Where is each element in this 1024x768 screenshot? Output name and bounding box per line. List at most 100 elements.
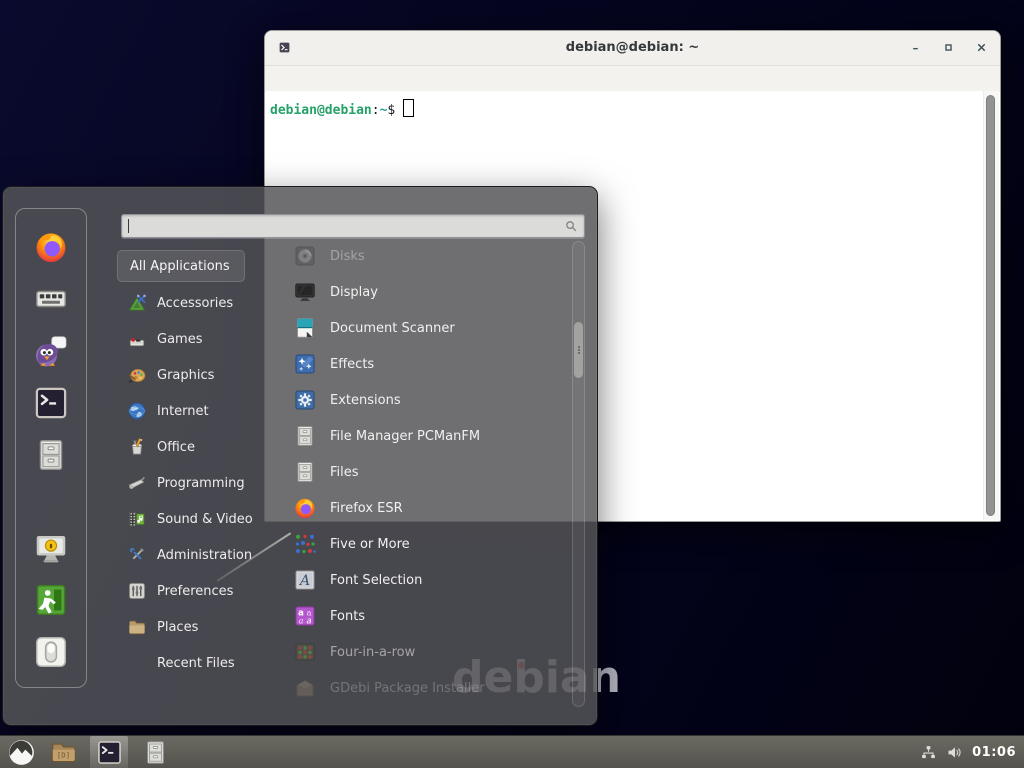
taskbar-folder-icon: [D] — [50, 739, 77, 766]
terminal-icon — [96, 739, 123, 766]
session-buttons — [16, 530, 86, 670]
volume-icon[interactable] — [946, 744, 963, 761]
application-item[interactable]: A Font Selection — [291, 562, 571, 598]
terminal-task-button[interactable] — [90, 736, 128, 768]
text-caret — [128, 219, 129, 233]
favorite-pidgin[interactable] — [33, 333, 69, 369]
programming-icon — [127, 473, 147, 493]
application-item[interactable]: Effects — [291, 346, 571, 382]
tray-icons — [920, 744, 963, 761]
shell-prompt: debian@debian:~$ — [266, 91, 999, 118]
application-item[interactable]: Extensions — [291, 382, 571, 418]
category-label: Preferences — [157, 584, 233, 599]
shutdown-button[interactable] — [33, 634, 69, 670]
category-item[interactable]: Accessories — [119, 285, 284, 321]
svg-text:A: A — [298, 573, 310, 589]
application-list-scrollbar-thumb[interactable] — [574, 322, 583, 378]
category-item[interactable]: Recent Files — [119, 645, 284, 681]
menu-logo-icon — [8, 739, 35, 766]
application-label: Firefox ESR — [330, 501, 403, 516]
application-label: Fonts — [330, 609, 365, 624]
places-icon — [127, 617, 147, 637]
minimize-button[interactable] — [910, 42, 921, 53]
application-item[interactable]: Document Scanner — [291, 310, 571, 346]
application-item[interactable]: GDebi Package Installer — [291, 670, 571, 706]
games-icon — [127, 329, 147, 349]
application-item[interactable]: Files — [291, 454, 571, 490]
category-label: Graphics — [157, 368, 214, 383]
favorite-keyboard[interactable] — [33, 281, 69, 317]
display-icon — [293, 280, 317, 304]
category-label: Recent Files — [157, 656, 235, 671]
maximize-button[interactable] — [943, 42, 954, 53]
desktop: debian debian@debian: ~ debian@debian:~$ — [0, 0, 1024, 768]
application-item[interactable]: aaaa Fonts — [291, 598, 571, 634]
logout-button[interactable] — [33, 582, 69, 618]
application-item[interactable]: Four-in-a-row — [291, 634, 571, 670]
category-label: Games — [157, 332, 202, 347]
category-item[interactable]: Graphics — [119, 357, 284, 393]
terminal-scrollbar[interactable] — [983, 91, 999, 520]
taskbar: [D] 01:06 — [0, 735, 1024, 768]
four-in-a-row-icon — [293, 640, 317, 664]
file-manager-launcher[interactable]: [D] — [48, 737, 78, 767]
favorite-terminal[interactable] — [33, 385, 69, 421]
application-list-scrollbar[interactable] — [572, 241, 585, 707]
file-cabinet-icon — [142, 739, 169, 766]
category-list: All Applications Accessories Games Graph… — [119, 249, 284, 681]
application-item[interactable]: Five or More — [291, 526, 571, 562]
clock[interactable]: 01:06 — [972, 745, 1018, 760]
sound-video-icon — [127, 509, 147, 529]
application-label: Extensions — [330, 393, 401, 408]
category-label: Office — [157, 440, 195, 455]
category-item[interactable]: Sound & Video — [119, 501, 284, 537]
prompt-symbol: $ — [387, 103, 395, 118]
category-item[interactable]: Places — [119, 609, 284, 645]
graphics-icon — [127, 365, 147, 385]
terminal-scrollbar-thumb[interactable] — [986, 95, 995, 516]
category-item[interactable]: All Applications — [117, 250, 245, 282]
file-cabinet-icon — [293, 460, 317, 484]
application-item[interactable]: Firefox ESR — [291, 490, 571, 526]
application-label: Five or More — [330, 537, 410, 552]
application-item[interactable]: Disks — [291, 238, 571, 274]
files-launcher[interactable] — [140, 737, 170, 767]
internet-icon — [127, 401, 147, 421]
administration-icon — [127, 545, 147, 565]
application-label: Document Scanner — [330, 321, 455, 336]
terminal-cursor — [403, 99, 414, 117]
category-item[interactable]: Programming — [119, 465, 284, 501]
favorites-sidebar — [15, 208, 87, 688]
application-label: Effects — [330, 357, 374, 372]
favorite-file-manager[interactable] — [33, 437, 69, 473]
favorite-firefox[interactable] — [33, 229, 69, 265]
effects-icon — [293, 352, 317, 376]
terminal-titlebar[interactable]: debian@debian: ~ — [265, 31, 1000, 66]
taskbar-launchers: [D] — [6, 736, 170, 768]
category-item[interactable]: Internet — [119, 393, 284, 429]
category-item[interactable]: Office — [119, 429, 284, 465]
category-item[interactable]: Games — [119, 321, 284, 357]
category-item[interactable]: Administration — [119, 537, 284, 573]
application-item[interactable]: Display — [291, 274, 571, 310]
extensions-icon — [293, 388, 317, 412]
menu-button[interactable] — [6, 737, 36, 767]
close-button[interactable] — [976, 42, 987, 53]
gdebi-icon — [293, 676, 317, 700]
preferences-icon — [127, 581, 147, 601]
menu-search-input[interactable] — [121, 214, 585, 238]
font-selection-icon: A — [293, 568, 317, 592]
application-label: Files — [330, 465, 359, 480]
system-tray: 01:06 — [920, 744, 1018, 761]
category-label: Accessories — [157, 296, 233, 311]
lock-screen-button[interactable] — [33, 530, 69, 566]
network-icon[interactable] — [920, 744, 937, 761]
file-cabinet-icon — [293, 424, 317, 448]
application-item[interactable]: File Manager PCManFM — [291, 418, 571, 454]
document-scanner-icon — [293, 316, 317, 340]
category-label: Administration — [157, 548, 252, 563]
category-item[interactable]: Preferences — [119, 573, 284, 609]
svg-text:a: a — [298, 617, 303, 627]
terminal-menubar — [265, 66, 1000, 92]
application-label: Display — [330, 285, 378, 300]
